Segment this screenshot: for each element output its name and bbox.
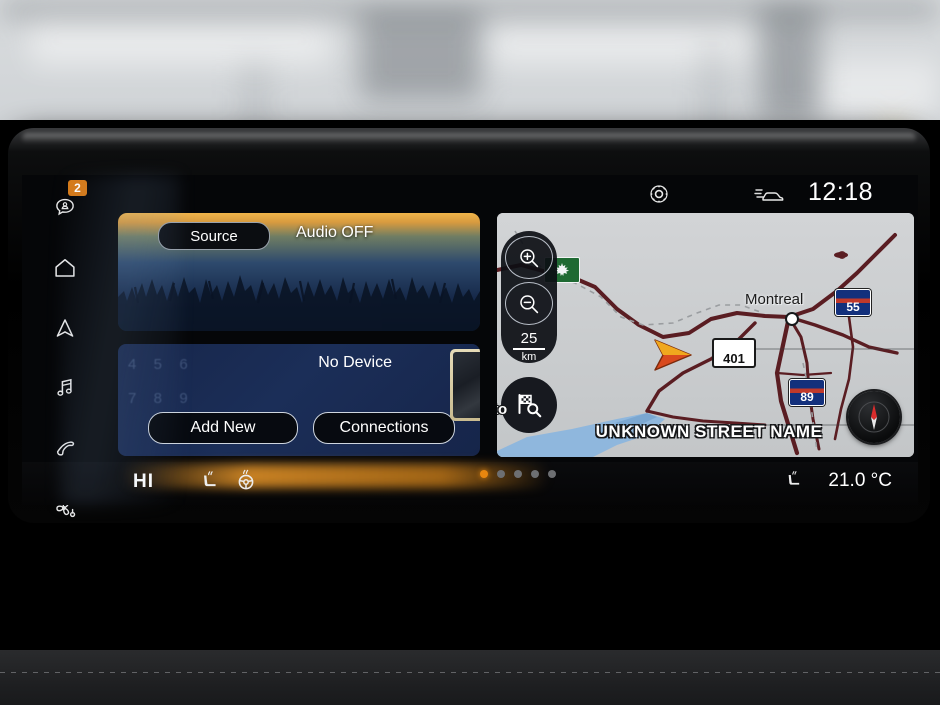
gear-icon bbox=[650, 185, 668, 203]
highway-401-shield: 401 bbox=[712, 338, 756, 368]
sidebar-nav: 2 bbox=[38, 180, 92, 518]
add-new-label: Add New bbox=[190, 419, 256, 436]
status-bar: 12:18 bbox=[22, 178, 918, 212]
seat-heater-right-button[interactable] bbox=[785, 470, 805, 495]
connections-button[interactable]: Connections bbox=[313, 412, 455, 444]
clock: 12:18 bbox=[808, 178, 874, 206]
source-button[interactable]: Source bbox=[158, 222, 270, 250]
interstate-55-shield: 55 bbox=[835, 289, 871, 316]
sidebar-item-audio[interactable] bbox=[38, 368, 92, 408]
music-note-icon bbox=[57, 378, 72, 396]
home-icon bbox=[55, 259, 75, 277]
map-scale-value: 25 bbox=[512, 330, 546, 350]
magnifier-minus-icon bbox=[520, 294, 539, 313]
page-dot[interactable] bbox=[514, 470, 522, 478]
audio-status: Audio OFF bbox=[296, 224, 374, 241]
crowd-silhouette bbox=[118, 275, 480, 331]
phone-handset-icon bbox=[56, 441, 75, 456]
steering-wheel-heater-icon bbox=[238, 469, 254, 490]
navigation-map[interactable]: Montreal 55 401 89 25 km o UNKNOWN STREE… bbox=[497, 213, 914, 457]
map-to-text: to bbox=[497, 401, 508, 418]
map-zoom-controls: 25 km bbox=[501, 231, 557, 363]
source-button-label: Source bbox=[190, 227, 238, 245]
settings-button[interactable] bbox=[646, 181, 672, 212]
navigation-arrow-icon bbox=[56, 319, 74, 337]
destination-search-icon bbox=[518, 394, 542, 418]
map-scale-unit: km bbox=[521, 351, 537, 363]
phone-card[interactable]: 4 5 67 8 9 No Device Add New Connections bbox=[118, 344, 480, 456]
connections-label: Connections bbox=[339, 419, 429, 436]
dashboard-leather-trim bbox=[0, 650, 940, 705]
page-indicator-dots[interactable] bbox=[480, 470, 556, 478]
map-compass[interactable] bbox=[848, 391, 900, 443]
notification-badge: 2 bbox=[68, 180, 87, 196]
sidebar-item-home[interactable] bbox=[38, 248, 92, 288]
shield-number: 89 bbox=[800, 390, 814, 404]
map-city-label: Montreal bbox=[745, 291, 804, 308]
smartphone-image bbox=[450, 349, 480, 421]
notification-bubble-icon bbox=[56, 198, 74, 216]
audio-card[interactable]: Source Audio OFF bbox=[118, 213, 480, 331]
sidebar-item-notifications[interactable]: 2 bbox=[38, 180, 92, 228]
compass-icon bbox=[858, 401, 890, 433]
map-city-dot bbox=[785, 312, 799, 326]
temperature-display[interactable]: 21.0 °C bbox=[828, 470, 892, 492]
map-street-name: UNKNOWN STREET NAME bbox=[595, 422, 823, 441]
vehicle-position-arrow bbox=[649, 338, 693, 377]
keypad-watermark: 4 5 67 8 9 bbox=[128, 356, 191, 407]
map-zoom-in-button[interactable] bbox=[505, 236, 553, 279]
shield-number: 55 bbox=[846, 300, 860, 314]
seat-heater-icon bbox=[204, 471, 216, 487]
page-dot[interactable] bbox=[548, 470, 556, 478]
fan-level-label[interactable]: HI bbox=[133, 471, 154, 493]
page-dot[interactable] bbox=[531, 470, 539, 478]
map-zoom-out-button[interactable] bbox=[505, 282, 553, 325]
page-dot[interactable] bbox=[497, 470, 505, 478]
car-lines-icon bbox=[754, 186, 784, 209]
infotainment-photo: VOL 12:18 bbox=[0, 0, 940, 705]
interstate-89-shield: 89 bbox=[789, 379, 825, 406]
destination-search-button[interactable] bbox=[501, 377, 557, 433]
add-new-button[interactable]: Add New bbox=[148, 412, 298, 444]
seat-heater-icon bbox=[788, 471, 800, 485]
steering-wheel-heater-button[interactable] bbox=[234, 468, 258, 497]
magnifier-plus-icon bbox=[520, 248, 539, 267]
device-status: No Device bbox=[318, 354, 392, 371]
map-scale: 25 km bbox=[512, 330, 546, 363]
seat-heater-left-button[interactable] bbox=[200, 470, 222, 497]
shield-number: 401 bbox=[723, 351, 745, 366]
sidebar-item-navigation[interactable] bbox=[38, 308, 92, 348]
page-dot[interactable] bbox=[480, 470, 488, 478]
